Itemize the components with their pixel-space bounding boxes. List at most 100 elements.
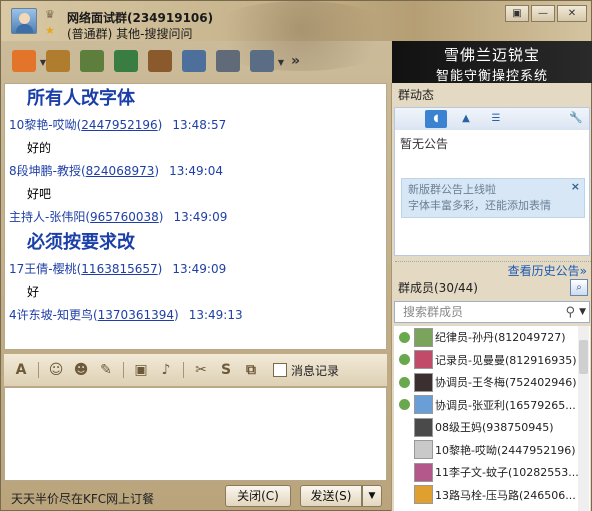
member-name: 纪律员-孙丹(812049727) <box>435 331 566 345</box>
screenshot-scissors-icon[interactable]: ✂ <box>190 359 212 381</box>
member-row[interactable]: 10黎艳-哎呦(2447952196) <box>394 439 590 462</box>
title-bar[interactable]: ♛ ★ 网络面试群(234919106) (普通群) 其他-搜搜问问 ▣ — ✕ <box>1 1 591 71</box>
qq-group-chat-window: ♛ ★ 网络面试群(234919106) (普通群) 其他-搜搜问问 ▣ — ✕… <box>0 0 592 511</box>
member-avatar[interactable] <box>414 417 433 437</box>
member-list[interactable]: 纪律员-孙丹(812049727) 记录员-见曼曼(812916935) 协调员-王… <box>394 326 590 511</box>
paren: ) <box>154 164 160 178</box>
member-row[interactable]: 协调员-王冬梅(752402946) <box>394 371 590 394</box>
message-time: 13:48:57 <box>172 118 227 132</box>
send-button[interactable]: 发送(S) <box>300 485 362 507</box>
music-icon[interactable]: ♪ <box>155 359 177 381</box>
chat-history[interactable]: 所有人改字体 10黎艳-哎呦(2447952196) 13:48:57 好的 8段坤鹏-… <box>4 83 387 350</box>
message-record-button[interactable]: 消息记录 <box>273 362 339 379</box>
ad-banner[interactable]: 雪佛兰迈锐宝 智能守衡操控系统 <box>392 41 592 84</box>
member-avatar[interactable] <box>414 395 433 415</box>
message-header: 10黎艳-哎呦(2447952196) 13:48:57 <box>5 114 386 136</box>
search-dropdown-icon[interactable]: ▼ <box>579 302 586 322</box>
image-icon[interactable]: ▣ <box>130 359 152 381</box>
member-avatar[interactable] <box>414 372 433 392</box>
voice-mic-button[interactable] <box>213 46 243 76</box>
group-video-icon <box>114 50 138 72</box>
bulletin-title: 群动态 <box>398 88 435 102</box>
group-avatar[interactable] <box>11 8 37 34</box>
minimize-button[interactable]: — <box>531 5 555 22</box>
sender-name[interactable]: 10黎艳-哎呦 <box>9 118 77 132</box>
window-title: 网络面试群(234919106) <box>67 11 214 25</box>
sender-name[interactable]: 4许东坡-知更鸟 <box>9 308 93 322</box>
emoji-icon[interactable]: ☺ <box>45 359 67 381</box>
message-header: 主持人-张伟阳(965760038) 13:49:09 <box>5 206 386 228</box>
wrench-icon[interactable]: 🔧 <box>569 111 583 124</box>
toolbar-separator <box>123 362 124 378</box>
admin-badge-icon <box>398 376 410 388</box>
member-row[interactable]: 13路马栓-压马路(246506... <box>394 484 590 507</box>
message-time: 13:49:04 <box>169 164 223 178</box>
message-time: 13:49:13 <box>188 308 243 322</box>
member-avatar[interactable] <box>414 485 433 505</box>
bottom-ad-text[interactable]: 天天半价尽在KFC网上订餐 <box>11 490 154 507</box>
member-role-icon <box>396 352 412 368</box>
sender-uid-link[interactable]: 1163815657 <box>81 262 157 276</box>
member-row[interactable]: 11李子文-蚊子(10282553... <box>394 461 590 484</box>
sender-name[interactable]: 主持人-张伟阳 <box>9 210 85 224</box>
member-search-input[interactable]: 搜索群成员 ⚲ ▼ <box>394 301 590 323</box>
admin-badge-icon <box>398 331 410 343</box>
member-role-icon <box>396 419 412 435</box>
toolbar-more-button[interactable]: » <box>291 53 300 69</box>
group-share-button[interactable] <box>43 46 73 76</box>
tea-cup-button[interactable] <box>145 46 175 76</box>
magic-emoji-icon[interactable]: ☻ <box>70 359 92 381</box>
message-input[interactable] <box>4 387 387 481</box>
sender-uid-link[interactable]: 1370361394 <box>98 308 174 322</box>
group-notice-button[interactable] <box>179 46 209 76</box>
group-album-button[interactable] <box>77 46 107 76</box>
member-row[interactable]: 纪律员-孙丹(812049727) <box>394 326 590 349</box>
member-name: 协调员-王冬梅(752402946) <box>435 376 577 390</box>
list-tab-icon[interactable]: ☰ <box>485 110 507 128</box>
sender-uid-link[interactable]: 2447952196 <box>81 118 157 132</box>
member-row[interactable]: 协调员-张亚利(16579265... <box>394 394 590 417</box>
main-toolbar: ▼ ▼ » <box>1 41 391 81</box>
sender-uid-link[interactable]: 824068973 <box>86 164 155 178</box>
close-window-button[interactable]: ✕ <box>557 5 587 22</box>
members-title: 群成员(30/44) <box>398 281 478 295</box>
member-avatar[interactable] <box>414 327 433 347</box>
member-role-icon <box>396 329 412 345</box>
sogou-icon[interactable]: S <box>215 359 237 381</box>
album-tab-icon[interactable]: ▲ <box>455 110 477 128</box>
close-button[interactable]: 关闭(C) <box>225 485 291 507</box>
font-icon[interactable]: A <box>10 359 32 381</box>
qzone-home-button[interactable]: ▼ <box>9 46 46 76</box>
sender-name[interactable]: 8段坤鹏-教授 <box>9 164 81 178</box>
toolbar-separator <box>183 362 184 378</box>
toolbar-dropdown-icon[interactable]: ▼ <box>278 58 284 67</box>
member-search-icon[interactable]: ⌕ <box>570 279 588 296</box>
notice-tip-close-icon[interactable]: × <box>571 179 580 195</box>
member-row[interactable]: 08级王妈(938750945) <box>394 416 590 439</box>
scrollbar-thumb[interactable] <box>579 340 588 374</box>
message-record-icon <box>273 363 287 377</box>
group-type-icon: ♛ <box>45 8 55 21</box>
bulletin-tabs: ◖ ▲ ☰ 🔧 <box>395 108 589 130</box>
settings-gear-button[interactable]: ▼ <box>247 46 284 76</box>
sender-uid-link[interactable]: 965760038 <box>90 210 159 224</box>
paren: ) <box>158 210 164 224</box>
member-name: 协调员-张亚利(16579265... <box>435 398 576 412</box>
skin-button[interactable]: ▣ <box>505 5 529 22</box>
doodle-icon[interactable]: ✎ <box>95 359 117 381</box>
notice-tab-icon[interactable]: ◖ <box>425 110 447 128</box>
member-avatar[interactable] <box>414 462 433 482</box>
admin-badge-icon <box>398 399 410 411</box>
group-video-button[interactable] <box>111 46 141 76</box>
bottom-bar: 天天半价尽在KFC网上订餐 关闭(C) 发送(S) ▼ <box>1 482 391 511</box>
member-list-scrollbar[interactable] <box>578 326 589 511</box>
star-icon: ★ <box>45 24 55 37</box>
quick-reply-icon[interactable]: ⧉ <box>240 359 262 381</box>
member-role-icon <box>396 442 412 458</box>
send-options-dropdown[interactable]: ▼ <box>362 485 382 507</box>
member-avatar[interactable] <box>414 440 433 460</box>
member-avatar[interactable] <box>414 350 433 370</box>
ad-line-1: 雪佛兰迈锐宝 <box>443 46 540 64</box>
sender-name[interactable]: 17王倩-樱桃 <box>9 262 77 276</box>
member-row[interactable]: 记录员-见曼曼(812916935) <box>394 349 590 372</box>
